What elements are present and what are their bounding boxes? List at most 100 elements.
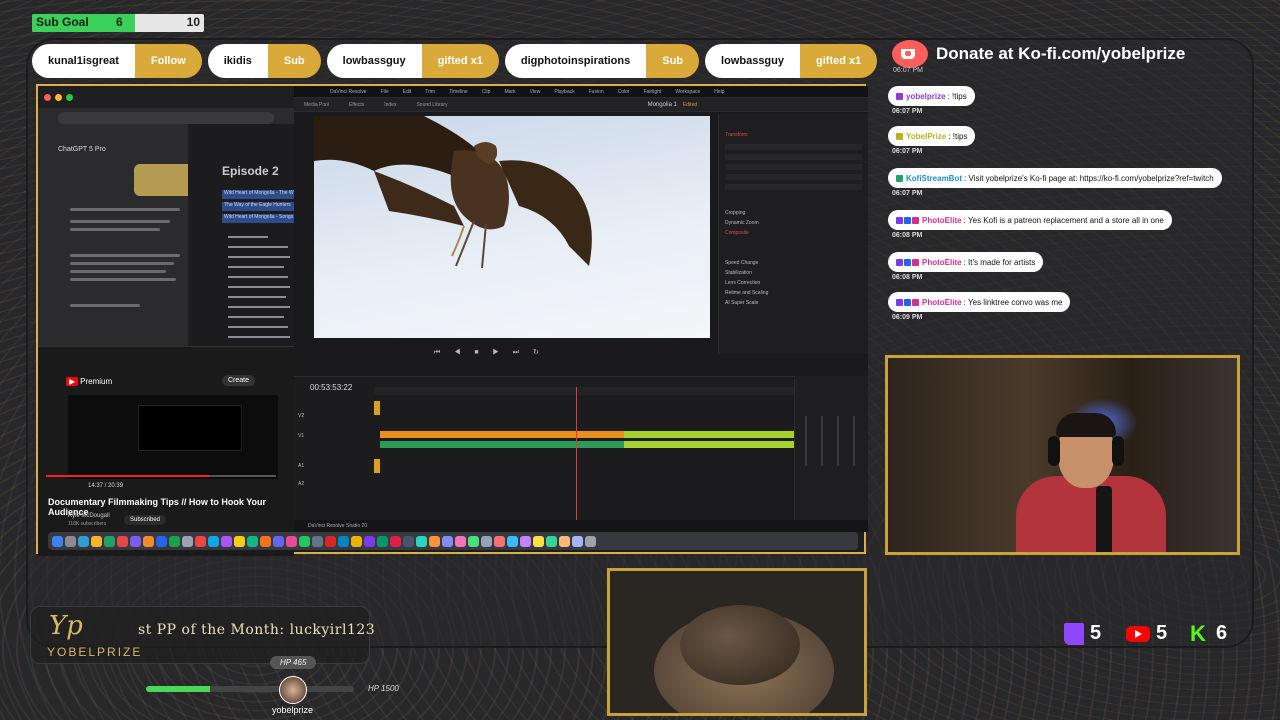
create-button[interactable]: Create [222,375,256,386]
inspector-ai-super-scale[interactable]: AI Super Scale [725,300,758,306]
inspector-retime[interactable]: Retime and Scaling [725,290,768,296]
app-icon[interactable] [208,535,219,547]
app-icon[interactable] [247,535,258,547]
toolbar-media-pool[interactable]: Media Pool [304,102,329,108]
app-icon[interactable] [182,535,193,547]
app-icon[interactable] [221,535,232,547]
app-icon[interactable] [325,535,336,547]
channel-name[interactable]: Kyle McDougall [68,513,110,519]
timeline-clip[interactable] [624,431,794,438]
chat-user[interactable]: PhotoElite [922,298,962,307]
app-icon[interactable] [169,535,180,547]
app-icon[interactable] [260,535,271,547]
maximize-dot-icon[interactable] [66,93,73,101]
app-icon[interactable] [156,535,167,547]
chat-user[interactable]: PhotoElite [922,258,962,267]
messages-icon[interactable] [104,535,115,547]
inspector-field[interactable] [725,174,862,180]
timeline-audio-clip[interactable] [624,441,794,448]
inspector-field[interactable] [725,144,862,150]
app-icon[interactable] [130,535,141,547]
inspector-field[interactable] [725,164,862,170]
app-icon[interactable] [351,535,362,547]
chat-user[interactable]: KofiStreamBot [906,174,962,183]
app-icon[interactable] [416,535,427,547]
app-icon[interactable] [520,535,531,547]
app-icon[interactable] [312,535,323,547]
app-icon[interactable] [533,535,544,547]
trash-icon[interactable] [585,535,596,547]
video-progress-bar[interactable] [46,475,276,477]
chat-user[interactable]: yobelprize [906,92,946,101]
toolbar-effects[interactable]: Effects [349,102,364,108]
app-icon[interactable] [455,535,466,547]
subscribed-button[interactable]: Subscribed [124,515,167,525]
safari-icon[interactable] [78,535,89,547]
menu-item[interactable]: View [530,89,541,95]
minimize-dot-icon[interactable] [55,93,62,101]
menu-item[interactable]: Playback [554,89,574,95]
app-icon[interactable] [286,535,297,547]
transport-controls[interactable]: ⏮ ◀ ■ ▶ ⏭ ↻ [434,348,545,357]
video-player[interactable] [68,395,278,479]
menu-item[interactable]: Fairlight [644,89,662,95]
inspector-field[interactable] [725,184,862,190]
app-icon[interactable] [546,535,557,547]
app-icon[interactable] [143,535,154,547]
mixer-fader[interactable] [805,416,807,466]
menu-item[interactable]: Mark [504,89,515,95]
chrome-icon[interactable] [91,535,102,547]
menu-item[interactable]: Workspace [675,89,700,95]
app-icon[interactable] [494,535,505,547]
inspector-dynamic-zoom[interactable]: Dynamic Zoom [725,220,759,226]
menu-item[interactable]: DaVinci Resolve [330,89,367,95]
mixer-fader[interactable] [837,416,839,466]
timeline-panel[interactable]: 00:53:53:22 V2 V1 A1 A2 [294,376,794,527]
inspector-cropping[interactable]: Cropping [725,210,745,216]
app-icon[interactable] [468,535,479,547]
close-dot-icon[interactable] [44,93,51,101]
inspector-stabilization[interactable]: Stabilization [725,270,752,276]
chat-user[interactable]: YobelPrize [906,132,946,141]
toolbar-index[interactable]: Index [384,102,396,108]
timeline-clip[interactable] [380,431,624,438]
app-icon[interactable] [481,535,492,547]
timeline-clip[interactable] [374,459,380,473]
app-icon[interactable] [364,535,375,547]
app-icon[interactable] [195,535,206,547]
app-icon[interactable] [442,535,453,547]
menu-item[interactable]: Trim [425,89,435,95]
inspector-speed-change[interactable]: Speed Change [725,260,758,266]
chat-user[interactable]: PhotoElite [922,216,962,225]
preview-viewer[interactable] [314,116,710,338]
timeline-clip[interactable] [374,401,380,415]
app-icon[interactable] [559,535,570,547]
finder-icon[interactable] [52,535,63,547]
youtube-logo[interactable]: ▶ Premium [66,377,112,386]
app-icon[interactable] [377,535,388,547]
menu-item[interactable]: File [381,89,389,95]
mixer-fader[interactable] [853,416,855,466]
app-icon[interactable] [390,535,401,547]
app-icon[interactable] [403,535,414,547]
menu-item[interactable]: Color [618,89,630,95]
menu-item[interactable]: Clip [482,89,491,95]
app-icon[interactable] [273,535,284,547]
address-bar[interactable] [58,112,274,124]
menu-item[interactable]: Edit [403,89,412,95]
spotify-icon[interactable] [299,535,310,547]
timeline-audio-clip[interactable] [380,441,624,448]
app-icon[interactable] [117,535,128,547]
playhead[interactable] [576,387,577,527]
browser-tabbar[interactable] [38,86,294,108]
inspector-transform[interactable]: Transform [725,132,748,138]
menu-item[interactable]: Fusion [589,89,604,95]
toolbar-sound-library[interactable]: Sound Library [416,102,447,108]
inspector-composite[interactable]: Composite [725,230,749,236]
launchpad-icon[interactable] [65,535,76,547]
timeline-ruler[interactable] [374,387,794,395]
app-icon[interactable] [429,535,440,547]
app-icon[interactable] [338,535,349,547]
app-icon[interactable] [507,535,518,547]
inspector-lens-correction[interactable]: Lens Correction [725,280,760,286]
